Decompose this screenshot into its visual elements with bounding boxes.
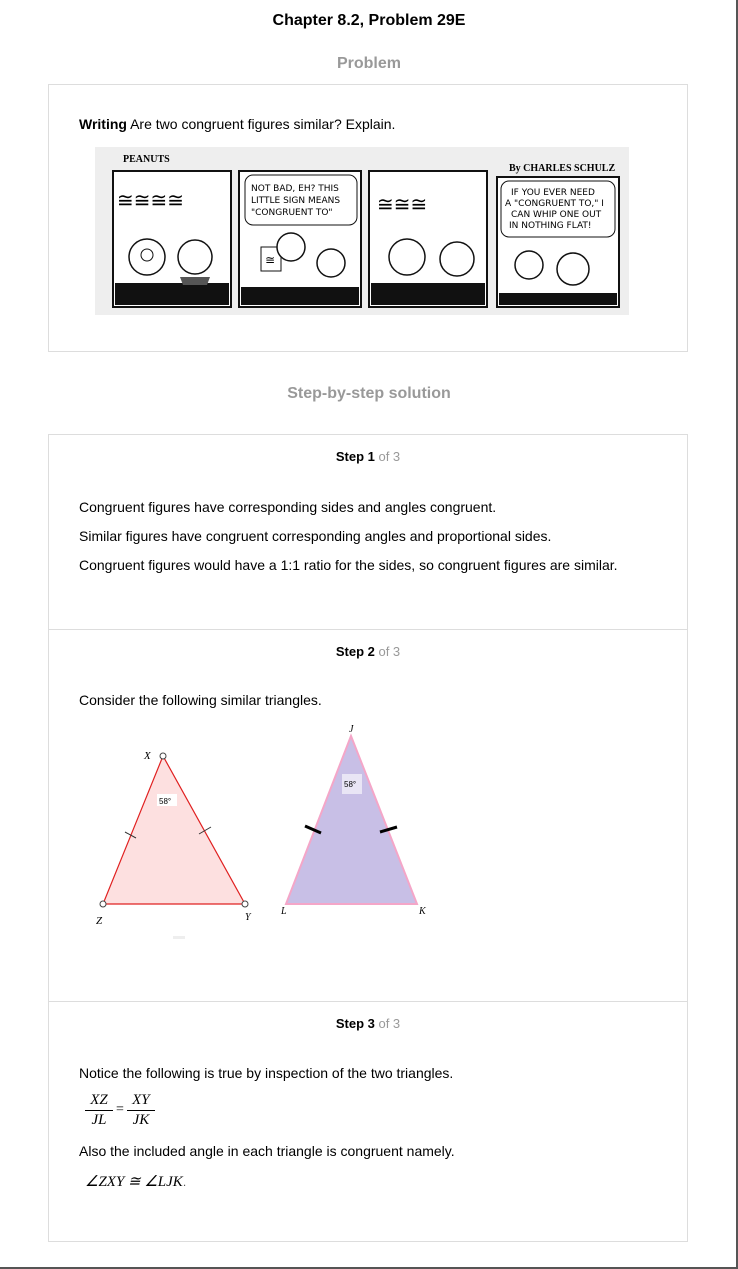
angle-congruence: ∠ZXY ≅ ∠LJK. [85,1172,186,1191]
ratio-numerator-1: XZ [90,1091,108,1108]
label-k: K [418,906,427,917]
problem-text: Writing Are two congruent figures simila… [79,116,395,132]
comic-strip-name: PEANUTS [123,154,170,165]
step-3-heading: Step 3 of 3 [335,1016,401,1031]
step-1-line-1: Congruent figures have corresponding sid… [79,499,497,515]
comic-panel-2: NOT BAD, EH? THIS LITTLE SIGN MEANS "CON… [238,170,362,308]
comic-panel-1: ≅≅≅≅ [112,170,232,308]
vertex-y-dot [241,900,249,908]
step-1-heading: Step 1 of 3 [335,449,401,464]
angle-x-label: 58° [159,797,171,806]
page-title: Chapter 8.2, Problem 29E [272,12,466,29]
step-1: Step 1 of 3 Congruent figures have corre… [49,435,687,629]
step-1-line-3: Congruent figures would have a 1:1 ratio… [79,557,618,573]
ratio-numerator-2: XY [132,1091,150,1108]
ratio-equation: XZ JL = XY JK [85,1090,155,1130]
triangle-jkl-shape [284,733,419,905]
step-3: Step 3 of 3 Notice the following is true… [49,1001,687,1244]
comic-author: By CHARLES SCHULZ [509,163,615,174]
step-1-line-2: Similar figures have congruent correspon… [79,528,552,544]
problem-heading: Problem [336,55,401,72]
panel1-sign-marks: ≅≅≅≅ [117,188,184,212]
ratio-equals: = [116,1102,124,1117]
ratio-fraction-1: XZ JL [85,1092,113,1129]
comic-bubble-1: NOT BAD, EH? THIS LITTLE SIGN MEANS "CON… [251,184,343,218]
fraction-bar-2 [126,1109,155,1111]
step-2-heading: Step 2 of 3 [335,644,401,659]
problem-box: Writing Are two congruent figures simila… [48,84,688,352]
ratio-fraction-2: XY JK [126,1091,155,1129]
comic-sign-symbol: ≅ [265,253,275,267]
similar-triangles-figure: X Z Y 58° J L K 58° [96,724,427,939]
angle-period: . [182,1175,187,1189]
label-l: L [280,906,287,917]
triangle-xyz-shape [102,754,247,905]
angle-statement: ∠ZXY ≅ ∠LJK [85,1174,183,1190]
step-3-line-2: Also the included angle in each triangle… [79,1143,455,1159]
vertex-z-dot [99,900,107,908]
step-3-line-1: Notice the following is true by inspecti… [79,1065,454,1081]
panel3-sign-marks: ≅≅≅ [377,192,427,216]
label-z: Z [96,915,103,927]
label-y: Y [245,912,252,923]
solution-box: Step 1 of 3 Congruent figures have corre… [48,434,688,1242]
figure-speck [173,936,185,939]
fraction-bar-1 [85,1109,113,1111]
label-j: J [349,724,354,735]
triangle-xyz: X Z Y 58° [96,750,252,939]
problem-lead: Writing [79,116,127,132]
step-2: Step 2 of 3 Consider the following simil… [49,629,687,1002]
solution-heading: Step-by-step solution [287,385,451,402]
comic-panel-4: IF YOU EVER NEED A "CONGRUENT TO," I CAN… [496,176,620,308]
label-x: X [143,750,152,762]
step-2-line-1: Consider the following similar triangles… [79,692,322,708]
ratio-denominator-1: JL [91,1111,107,1128]
ratio-denominator-2: JK [132,1111,150,1128]
angle-j-label: 58° [344,780,356,789]
peanuts-comic-strip: PEANUTS By CHARLES SCHULZ © 1958 United … [95,147,629,315]
problem-question: Are two congruent figures similar? Expla… [126,116,396,132]
triangle-jkl: J L K 58° [280,724,427,917]
vertex-x-dot [159,752,167,760]
comic-panel-3: ≅≅≅ [368,170,488,308]
